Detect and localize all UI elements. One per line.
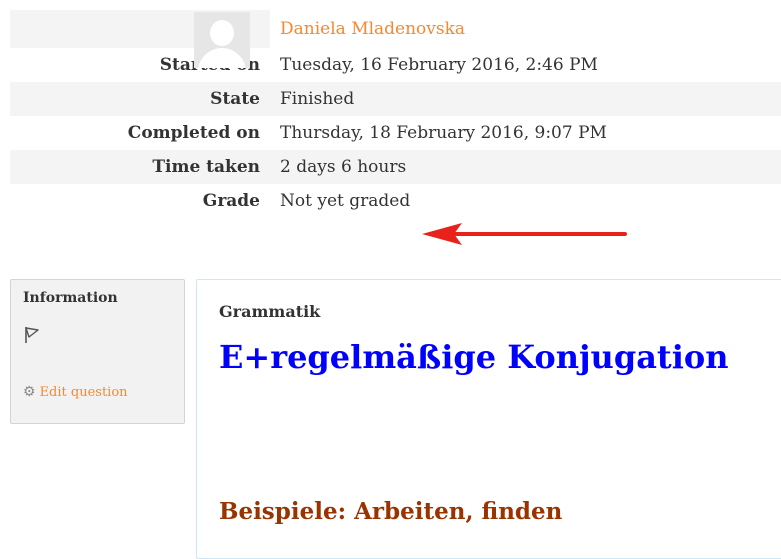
attempt-summary-table: Daniela Mladenovska Started on Tuesday, … [10, 10, 781, 218]
question-info-panel: Information ⚙ Edit question [10, 279, 185, 424]
summary-value: Tuesday, 16 February 2016, 2:46 PM [270, 48, 781, 82]
edit-question-link[interactable]: ⚙ Edit question [23, 384, 128, 400]
red-arrow-annotation [422, 223, 627, 245]
summary-row-completed: Completed on Thursday, 18 February 2016,… [10, 116, 781, 150]
grade-value: Not yet graded [270, 184, 781, 218]
avatar-head-shape [210, 20, 234, 46]
gear-icon: ⚙ [23, 384, 36, 400]
summary-row-started: Started on Tuesday, 16 February 2016, 2:… [10, 48, 781, 82]
summary-row-user: Daniela Mladenovska [10, 10, 781, 48]
summary-row-state: State Finished [10, 82, 781, 116]
flag-icon[interactable] [24, 326, 40, 344]
summary-value-cell: Daniela Mladenovska [270, 10, 781, 48]
question-category: Grammatik [219, 302, 321, 321]
summary-label: State [10, 82, 270, 116]
summary-value: Thursday, 18 February 2016, 9:07 PM [270, 116, 781, 150]
question-content-box: Grammatik E+regelmäßige Konjugation Beis… [196, 279, 781, 559]
edit-question-label: Edit question [39, 384, 128, 400]
question-heading: E+regelmäßige Konjugation [219, 338, 729, 376]
summary-row-time-taken: Time taken 2 days 6 hours [10, 150, 781, 184]
user-name-link[interactable]: Daniela Mladenovska [280, 19, 465, 39]
user-avatar[interactable] [194, 12, 250, 68]
summary-value: 2 days 6 hours [270, 150, 781, 184]
question-subheading: Beispiele: Arbeiten, finden [219, 498, 563, 525]
avatar-body-shape [198, 48, 246, 68]
summary-value: Finished [270, 82, 781, 116]
summary-label: Completed on [10, 116, 270, 150]
summary-label: Grade [10, 184, 270, 218]
summary-row-grade: Grade Not yet graded [10, 184, 781, 218]
info-title: Information [23, 290, 118, 306]
summary-label: Time taken [10, 150, 270, 184]
